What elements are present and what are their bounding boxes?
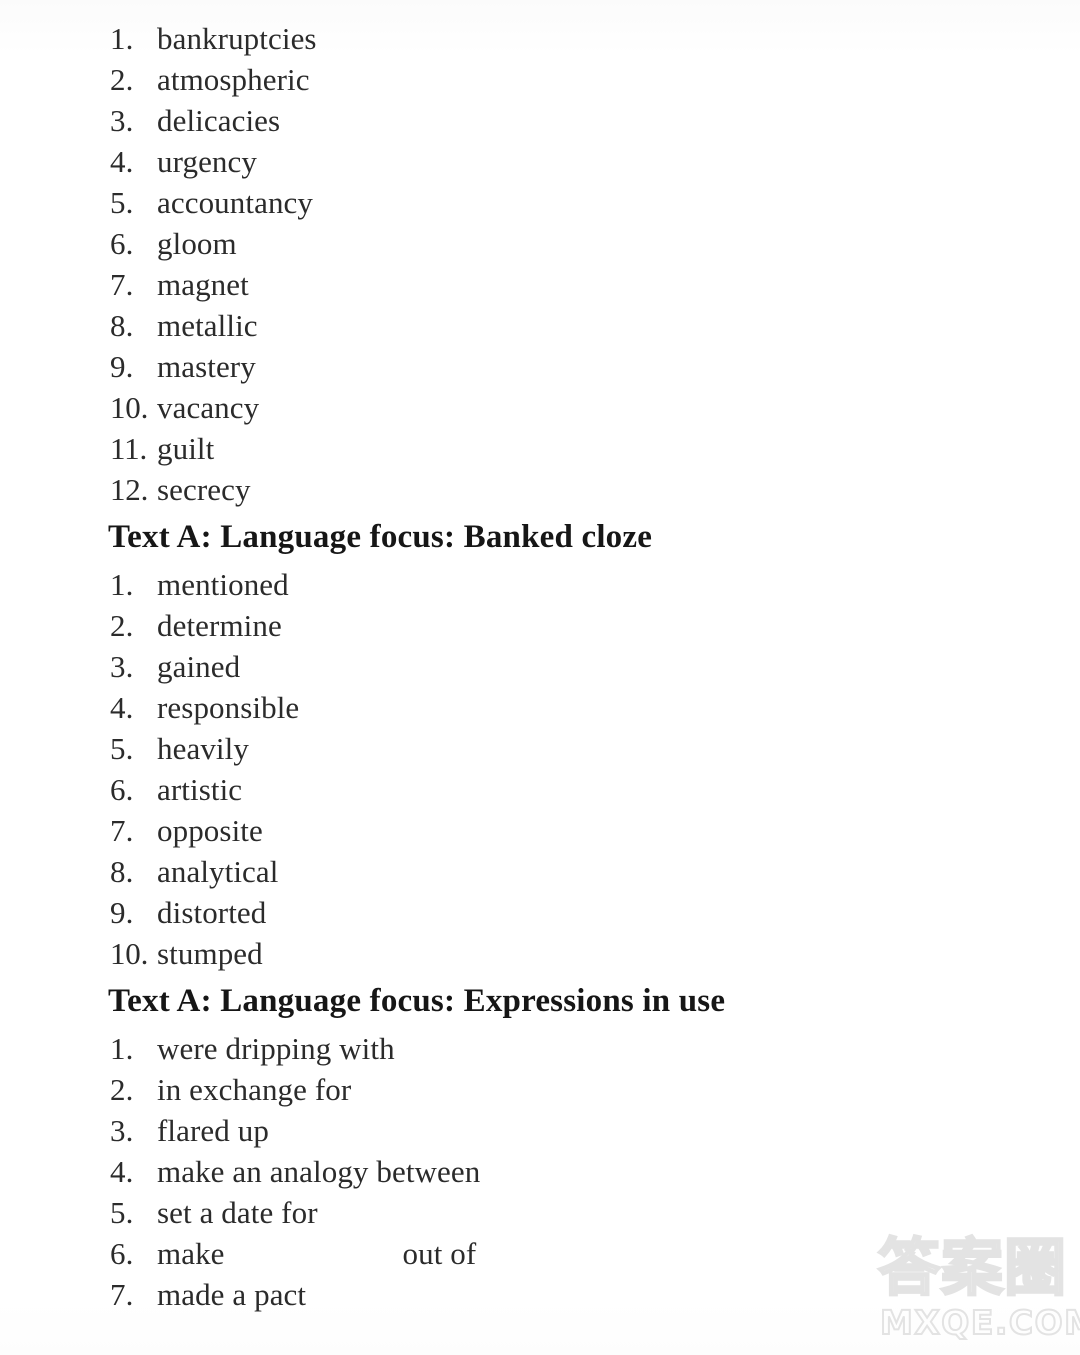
list-item-number: 1. bbox=[110, 1031, 134, 1066]
list-item-text: delicacies bbox=[157, 103, 281, 138]
list-item-text: were dripping with bbox=[157, 1031, 395, 1066]
list-item: 7. made a pact bbox=[110, 1274, 1080, 1315]
list-item-text: atmospheric bbox=[157, 62, 310, 97]
list-item-number: 5. bbox=[110, 185, 134, 220]
section-heading-banked-cloze: Text A: Language focus: Banked cloze bbox=[108, 519, 653, 555]
document-content: 1. bankruptcies 2. atmospheric 3. delica… bbox=[0, 0, 1080, 1315]
list-item-text: secrecy bbox=[157, 472, 251, 507]
list-item-text: responsible bbox=[157, 690, 300, 725]
top-spacer bbox=[0, 0, 1080, 18]
list-item: 5. set a date for bbox=[110, 1192, 1080, 1233]
list-item-text: artistic bbox=[157, 772, 243, 807]
list-item-text: distorted bbox=[157, 895, 267, 930]
phrase-before-blank: make bbox=[157, 1236, 225, 1271]
list-item: 11. guilt bbox=[110, 428, 1080, 469]
list-item-text: gloom bbox=[157, 226, 237, 261]
list-item: 2. in exchange for bbox=[110, 1069, 1080, 1110]
list-item-number: 3. bbox=[110, 649, 134, 684]
list-item-text: guilt bbox=[157, 431, 215, 466]
answer-list-word-formation: 1. bankruptcies 2. atmospheric 3. delica… bbox=[0, 18, 1080, 510]
list-item: 5. heavily bbox=[110, 728, 1080, 769]
list-item-text: accountancy bbox=[157, 185, 314, 220]
list-item-number: 2. bbox=[110, 1072, 134, 1107]
list-item-number: 6. bbox=[110, 772, 134, 807]
list-item-number: 2. bbox=[110, 62, 134, 97]
list-item-text: set a date for bbox=[157, 1195, 318, 1230]
list-item: 4. responsible bbox=[110, 687, 1080, 728]
list-item-number: 8. bbox=[110, 854, 134, 889]
list-item: 8. metallic bbox=[110, 305, 1080, 346]
list-item-number: 12. bbox=[110, 472, 149, 507]
list-item-number: 9. bbox=[110, 349, 134, 384]
list-item-text: metallic bbox=[157, 308, 258, 343]
list-item-number: 5. bbox=[110, 1195, 134, 1230]
list-item: 8. analytical bbox=[110, 851, 1080, 892]
list-item: 3. gained bbox=[110, 646, 1080, 687]
list-item-text: in exchange for bbox=[157, 1072, 352, 1107]
list-item-text: magnet bbox=[157, 267, 249, 302]
list-item: 12. secrecy bbox=[110, 469, 1080, 510]
list-item-number: 5. bbox=[110, 731, 134, 766]
list-item-text: opposite bbox=[157, 813, 263, 848]
list-item: 10. vacancy bbox=[110, 387, 1080, 428]
list-item: 9. distorted bbox=[110, 892, 1080, 933]
list-item: 1. were dripping with bbox=[110, 1028, 1080, 1069]
list-item-text: make out of bbox=[157, 1233, 476, 1274]
list-item-text: heavily bbox=[157, 731, 249, 766]
list-item: 1. mentioned bbox=[110, 564, 1080, 605]
list-item: 10. stumped bbox=[110, 933, 1080, 974]
answer-list-banked-cloze: 1. mentioned 2. determine 3. gained 4. r… bbox=[0, 564, 1080, 974]
list-item: 4. urgency bbox=[110, 141, 1080, 182]
list-item: 2. atmospheric bbox=[110, 59, 1080, 100]
list-item-number: 6. bbox=[110, 226, 134, 261]
list-item-number: 7. bbox=[110, 267, 134, 302]
list-item: 5. accountancy bbox=[110, 182, 1080, 223]
list-item: 4. make an analogy between bbox=[110, 1151, 1080, 1192]
list-item: 2. determine bbox=[110, 605, 1080, 646]
list-item-number: 1. bbox=[110, 567, 134, 602]
list-item-number: 7. bbox=[110, 1277, 134, 1312]
list-item-number: 3. bbox=[110, 103, 134, 138]
list-item: 7. opposite bbox=[110, 810, 1080, 851]
list-item-text: analytical bbox=[157, 854, 279, 889]
list-item-text: made a pact bbox=[157, 1277, 307, 1312]
list-item: 6. artistic bbox=[110, 769, 1080, 810]
list-item-text: stumped bbox=[157, 936, 263, 971]
list-item: 1. bankruptcies bbox=[110, 18, 1080, 59]
list-item-with-blank: 6. make out of bbox=[110, 1233, 1080, 1274]
list-item: 9. mastery bbox=[110, 346, 1080, 387]
list-item-number: 4. bbox=[110, 144, 134, 179]
phrase-after-blank: out of bbox=[402, 1236, 477, 1271]
list-item: 3. delicacies bbox=[110, 100, 1080, 141]
list-item-number: 1. bbox=[110, 21, 134, 56]
list-item-number: 2. bbox=[110, 608, 134, 643]
list-item-text: gained bbox=[157, 649, 241, 684]
list-item-number: 9. bbox=[110, 895, 134, 930]
list-item: 3. flared up bbox=[110, 1110, 1080, 1151]
list-item-text: flared up bbox=[157, 1113, 269, 1148]
list-item: 6. gloom bbox=[110, 223, 1080, 264]
answer-list-expressions-in-use: 1. were dripping with 2. in exchange for… bbox=[0, 1028, 1080, 1315]
list-item-number: 10. bbox=[110, 936, 149, 971]
list-item-number: 8. bbox=[110, 308, 134, 343]
list-item-text: vacancy bbox=[157, 390, 260, 425]
list-item-number: 3. bbox=[110, 1113, 134, 1148]
list-item-text: urgency bbox=[157, 144, 257, 179]
list-item: 7. magnet bbox=[110, 264, 1080, 305]
list-item-text: make an analogy between bbox=[157, 1154, 481, 1189]
list-item-number: 6. bbox=[110, 1236, 134, 1271]
list-item-number: 11. bbox=[110, 431, 147, 466]
list-item-text: bankruptcies bbox=[157, 21, 317, 56]
list-item-number: 10. bbox=[110, 390, 149, 425]
section-heading-expressions-in-use: Text A: Language focus: Expressions in u… bbox=[108, 983, 726, 1019]
list-item-number: 7. bbox=[110, 813, 134, 848]
list-item-text: mentioned bbox=[157, 567, 289, 602]
list-item-text: determine bbox=[157, 608, 282, 643]
list-item-text: mastery bbox=[157, 349, 256, 384]
list-item-number: 4. bbox=[110, 690, 134, 725]
list-item-number: 4. bbox=[110, 1154, 134, 1189]
